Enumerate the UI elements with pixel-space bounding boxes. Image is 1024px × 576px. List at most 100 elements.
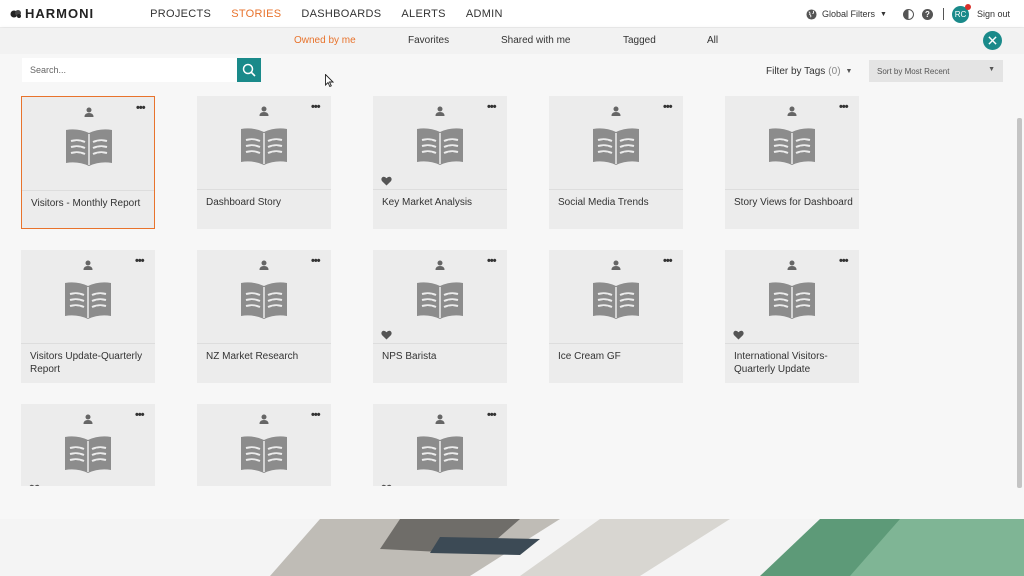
card-divider — [549, 343, 683, 344]
nav-item-alerts[interactable]: ALERTS — [401, 8, 445, 20]
story-title: International Visitors-Quarterly Update — [734, 351, 828, 375]
favorite-heart-icon[interactable] — [29, 481, 40, 486]
owner-user-icon — [259, 411, 269, 429]
more-options-icon[interactable]: ••• — [487, 409, 497, 421]
tab-favorites[interactable]: Favorites — [408, 35, 449, 46]
chevron-down-icon: ▼ — [880, 10, 887, 18]
more-options-icon[interactable]: ••• — [135, 255, 145, 267]
story-card[interactable]: ••• Key Market Analysis — [373, 96, 507, 229]
chevron-down-icon: ▼ — [988, 66, 995, 73]
story-card[interactable]: ••• Dashboard Story — [197, 96, 331, 229]
more-options-icon[interactable]: ••• — [487, 255, 497, 267]
help-icon[interactable]: ? — [921, 8, 933, 20]
book-icon — [767, 126, 817, 171]
filter-by-tags-dropdown[interactable]: Filter by Tags (0) ▼ — [766, 66, 852, 77]
tab-shared-with-me[interactable]: Shared with me — [501, 35, 570, 46]
owner-user-icon — [787, 257, 797, 275]
story-card[interactable]: ••• — [197, 404, 331, 486]
story-card[interactable]: ••• Social Media Trends — [549, 96, 683, 229]
more-options-icon[interactable]: ••• — [311, 409, 321, 421]
sign-out-link[interactable]: Sign out — [977, 9, 1010, 19]
nav-divider — [942, 8, 944, 20]
tab-all[interactable]: All — [707, 35, 718, 46]
nav-item-dashboards[interactable]: DASHBOARDS — [301, 8, 381, 20]
book-icon — [415, 434, 465, 479]
book-icon — [415, 280, 465, 325]
card-divider — [197, 343, 331, 344]
story-title: NZ Market Research — [206, 351, 299, 362]
story-card[interactable]: ••• Ice Cream GF — [549, 250, 683, 383]
book-icon — [239, 434, 289, 479]
story-card[interactable]: ••• NPS Barista — [373, 250, 507, 383]
filter-count: (0) — [828, 66, 841, 77]
card-divider — [549, 189, 683, 190]
card-divider — [21, 343, 155, 344]
global-filters-label: Global Filters — [822, 9, 876, 19]
more-options-icon[interactable]: ••• — [135, 409, 145, 421]
more-options-icon[interactable]: ••• — [311, 255, 321, 267]
filter-label: Filter by Tags — [766, 66, 826, 77]
nav-item-projects[interactable]: PROJECTS — [150, 8, 211, 20]
book-icon — [63, 434, 113, 479]
close-button[interactable] — [983, 31, 1002, 50]
story-title: Visitors - Monthly Report — [31, 198, 141, 209]
story-title: NPS Barista — [382, 351, 437, 362]
story-title: Dashboard Story — [206, 197, 282, 208]
close-icon — [988, 36, 997, 45]
story-title: Key Market Analysis — [382, 197, 473, 208]
stories-panel: Owned by me Favorites Shared with me Tagged… — [0, 28, 1024, 519]
background-photo-shapes — [270, 519, 1024, 576]
background-image — [0, 519, 1024, 576]
avatar[interactable]: RC — [951, 3, 971, 23]
stories-grid: ••• Visitors - Monthly Report ••• Dashboard… — [0, 96, 1014, 486]
global-filters-button[interactable]: Global Filters ▼ — [806, 8, 887, 20]
app-logo[interactable]: HARMONI — [10, 6, 94, 21]
owner-user-icon — [259, 103, 269, 121]
more-options-icon[interactable]: ••• — [839, 255, 849, 267]
nav-right: Global Filters ▼ ? RC Sign out — [806, 0, 1010, 28]
favorite-heart-icon[interactable] — [381, 481, 392, 486]
story-card[interactable]: ••• Story Views for Dashboard — [725, 96, 859, 229]
scrollbar-thumb[interactable] — [1017, 118, 1022, 488]
nav-item-admin[interactable]: ADMIN — [466, 8, 503, 20]
card-divider — [725, 189, 859, 190]
owner-user-icon — [435, 411, 445, 429]
owner-user-icon — [787, 103, 797, 121]
story-card[interactable]: ••• Visitors - Monthly Report — [21, 96, 155, 229]
story-card[interactable]: ••• NZ Market Research — [197, 250, 331, 383]
book-icon — [591, 126, 641, 171]
book-icon — [591, 280, 641, 325]
globe-icon — [806, 8, 817, 20]
subtab-bar: Owned by me Favorites Shared with me Tagged… — [0, 28, 1024, 54]
story-card[interactable]: ••• — [21, 404, 155, 486]
story-title: Ice Cream GF — [558, 351, 621, 362]
story-card[interactable]: ••• International Visitors-Quarterly Upda… — [725, 250, 859, 383]
book-icon — [239, 126, 289, 171]
more-options-icon[interactable]: ••• — [487, 101, 497, 113]
sort-select[interactable]: Sort by Most Recent ▼ — [869, 60, 1003, 82]
search-icon — [242, 63, 256, 77]
more-options-icon[interactable]: ••• — [663, 255, 673, 267]
owner-user-icon — [83, 411, 93, 429]
search-button[interactable] — [237, 58, 261, 82]
sort-selected-value: Sort by Most Recent — [877, 66, 950, 76]
contrast-icon[interactable] — [902, 8, 914, 20]
story-card[interactable]: ••• Visitors Update-Quarterly Report — [21, 250, 155, 383]
more-options-icon[interactable]: ••• — [136, 102, 146, 114]
owner-user-icon — [611, 257, 621, 275]
story-card[interactable]: ••• — [373, 404, 507, 486]
more-options-icon[interactable]: ••• — [839, 101, 849, 113]
owner-user-icon — [435, 257, 445, 275]
tab-owned-by-me[interactable]: Owned by me — [294, 35, 356, 46]
card-divider — [725, 343, 859, 344]
card-divider — [22, 190, 154, 191]
nav-item-stories[interactable]: STORIES — [231, 8, 281, 20]
card-divider — [373, 189, 507, 190]
search-input[interactable] — [22, 58, 237, 82]
card-divider — [197, 189, 331, 190]
story-title: Visitors Update-Quarterly Report — [30, 351, 143, 375]
more-options-icon[interactable]: ••• — [311, 101, 321, 113]
avatar-initials: RC — [954, 9, 967, 19]
tab-tagged[interactable]: Tagged — [623, 35, 656, 46]
more-options-icon[interactable]: ••• — [663, 101, 673, 113]
